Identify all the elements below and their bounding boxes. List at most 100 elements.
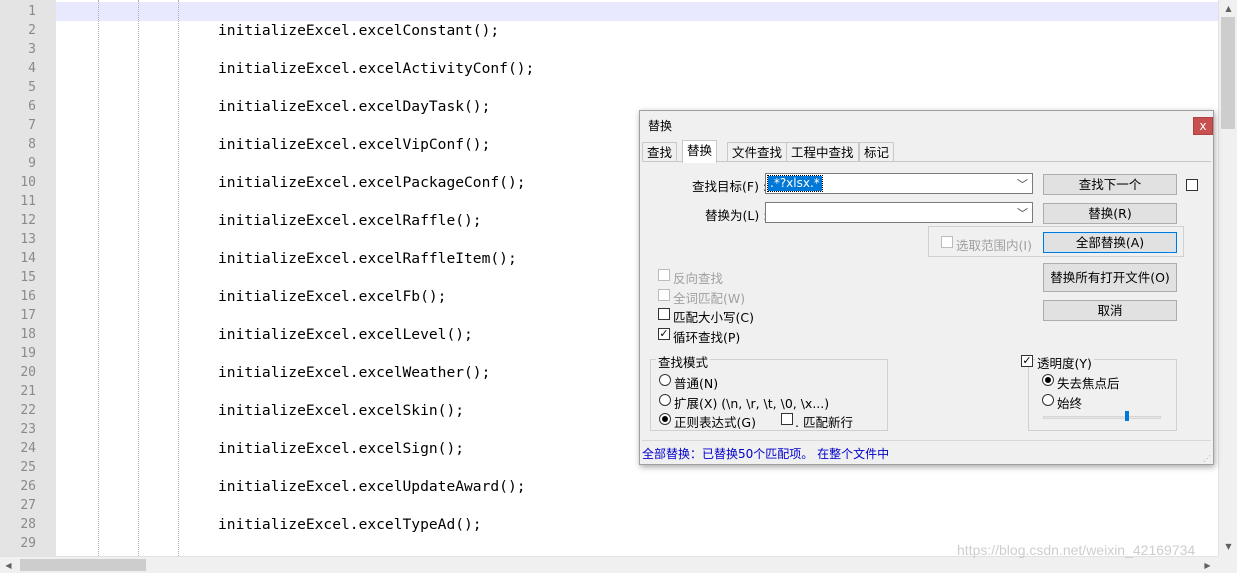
transparency-title: 透明度(Y)	[1035, 353, 1094, 372]
horizontal-scroll-thumb[interactable]	[20, 559, 146, 571]
line-number: 15	[20, 270, 36, 285]
regex-mode-label: 正则表达式(G)	[674, 415, 756, 430]
line-number: 12	[20, 213, 36, 228]
scroll-down-icon[interactable]: ▼	[1219, 538, 1237, 555]
always-label: 始终	[1057, 396, 1083, 411]
close-button[interactable]: x	[1193, 117, 1213, 135]
code-line[interactable]: initializeExcel.excelSkin();	[218, 401, 464, 420]
code-line[interactable]: initializeExcel.excelWeather();	[218, 363, 490, 382]
code-line[interactable]: initializeExcel.excelTypeAd();	[218, 515, 482, 534]
transparency-slider[interactable]	[1043, 416, 1161, 419]
extended-mode-label: 扩展(X) (\n, \r, \t, \0, \x...)	[674, 396, 830, 411]
tab-mark[interactable]: 标记	[859, 142, 895, 162]
tab-find-in-files[interactable]: 文件查找	[727, 142, 788, 162]
code-line[interactable]: initializeExcel.excelRaffleItem();	[218, 249, 517, 268]
replace-all-button[interactable]: 全部替换(A)	[1043, 232, 1177, 253]
tab-find[interactable]: 查找	[642, 142, 678, 162]
line-number: 24	[20, 441, 36, 456]
dot-matches-newline-label: . 匹配新行	[795, 415, 853, 430]
indent-guide	[98, 0, 99, 556]
on-lose-focus-radio[interactable]	[1042, 374, 1054, 386]
scroll-up-icon[interactable]: ▲	[1219, 0, 1237, 17]
on-lose-focus-label: 失去焦点后	[1057, 376, 1120, 391]
replace-all-open-docs-button[interactable]: 替换所有打开文件(O)	[1043, 263, 1177, 292]
line-number: 7	[28, 118, 36, 133]
transparency-slider-thumb[interactable]	[1125, 411, 1129, 421]
replace-dialog[interactable]: 替换 x 查找 替换 文件查找 工程中查找 标记 查找目标(F) : .*?xl…	[639, 110, 1214, 465]
tab-find-in-project[interactable]: 工程中查找	[786, 142, 859, 162]
vertical-scrollbar[interactable]: ▲ ▼	[1218, 0, 1237, 556]
line-number: 9	[28, 156, 36, 171]
backward-checkbox[interactable]	[658, 269, 670, 281]
dialog-title: 替换	[648, 119, 673, 133]
code-line[interactable]: initializeExcel.excelRaffle();	[218, 211, 482, 230]
tab-panel-border	[642, 161, 1211, 162]
find-what-value[interactable]: .*?xlsx.*	[767, 175, 823, 192]
transparency-checkbox[interactable]: ✓	[1021, 355, 1033, 367]
replace-with-combobox[interactable]: ﹀	[765, 202, 1033, 223]
chevron-down-icon[interactable]: ﹀	[1017, 176, 1028, 192]
code-line[interactable]: initializeExcel.excelActivityConf();	[218, 59, 534, 78]
scroll-right-icon[interactable]: ▶	[1199, 557, 1216, 574]
line-number: 4	[28, 61, 36, 76]
regex-mode-radio[interactable]	[659, 413, 671, 425]
replace-with-label: 替换为(L) :	[705, 208, 768, 223]
line-number: 14	[20, 251, 36, 266]
find-next-extra-checkbox[interactable]	[1186, 179, 1198, 191]
always-radio[interactable]	[1042, 394, 1054, 406]
status-message: 全部替换：已替换50个匹配项。 在整个文件中	[642, 447, 890, 461]
line-number: 27	[20, 498, 36, 513]
code-line[interactable]: initializeExcel.excelConstant();	[218, 21, 499, 40]
indent-guide	[178, 0, 179, 556]
resize-grip-icon[interactable]: ⋰	[1203, 454, 1211, 463]
horizontal-scrollbar[interactable]: ◀ ▶	[0, 556, 1218, 573]
replace-with-value[interactable]	[768, 205, 772, 220]
line-number: 20	[20, 365, 36, 380]
line-number: 5	[28, 80, 36, 95]
extended-mode-radio[interactable]	[659, 394, 671, 406]
line-number: 25	[20, 460, 36, 475]
match-case-checkbox[interactable]	[658, 308, 670, 320]
scroll-left-icon[interactable]: ◀	[0, 557, 17, 574]
watermark: https://blog.csdn.net/weixin_42169734	[957, 542, 1196, 558]
tab-replace[interactable]: 替换	[682, 140, 718, 163]
find-what-combobox[interactable]: .*?xlsx.* ﹀	[765, 173, 1033, 194]
line-number: 8	[28, 137, 36, 152]
wrap-around-checkbox[interactable]: ✓	[658, 328, 670, 340]
line-number-gutter: 1 2 3 4 5 6 7 8 9 10 11 12 13 14 15 16 17 18 19 20 21 22 23 24 2…	[0, 0, 56, 556]
line-number: 28	[20, 517, 36, 532]
code-line[interactable]: initializeExcel.excelDayTask();	[218, 97, 490, 116]
status-separator	[642, 440, 1211, 441]
code-line[interactable]: initializeExcel.excelUpdateAward();	[218, 477, 526, 496]
in-selection-checkbox[interactable]	[941, 236, 953, 248]
replace-button[interactable]: 替换(R)	[1043, 203, 1177, 224]
code-line[interactable]: initializeExcel.excelLevel();	[218, 325, 473, 344]
whole-word-label: 全词匹配(W)	[673, 291, 746, 306]
line-number: 18	[20, 327, 36, 342]
line-number: 1	[28, 4, 36, 19]
wrap-around-label: 循环查找(P)	[673, 330, 741, 345]
whole-word-checkbox[interactable]	[658, 289, 670, 301]
dot-matches-newline-checkbox[interactable]	[781, 413, 793, 425]
line-number: 17	[20, 308, 36, 323]
in-selection-label: 选取范围内(I)	[956, 238, 1032, 253]
backward-label: 反向查找	[673, 271, 724, 286]
line-number: 26	[20, 479, 36, 494]
chevron-down-icon[interactable]: ﹀	[1017, 205, 1028, 221]
vertical-scroll-thumb[interactable]	[1221, 17, 1235, 129]
normal-mode-label: 普通(N)	[674, 376, 719, 391]
code-line[interactable]: initializeExcel.excelFb();	[218, 287, 446, 306]
code-line[interactable]: initializeExcel.excelVipConf();	[218, 135, 490, 154]
code-line[interactable]: initializeExcel.excelSign();	[218, 439, 464, 458]
line-number: 29	[20, 536, 36, 551]
scrollbar-corner	[1218, 556, 1237, 573]
line-number: 13	[20, 232, 36, 247]
code-line[interactable]: initializeExcel.excelPackageConf();	[218, 173, 526, 192]
normal-mode-radio[interactable]	[659, 374, 671, 386]
line-number: 11	[20, 194, 36, 209]
line-number: 3	[28, 42, 36, 57]
cancel-button[interactable]: 取消	[1043, 300, 1177, 321]
find-next-button[interactable]: 查找下一个	[1043, 174, 1177, 195]
current-line-highlight	[56, 2, 1218, 21]
line-number: 10	[20, 175, 36, 190]
